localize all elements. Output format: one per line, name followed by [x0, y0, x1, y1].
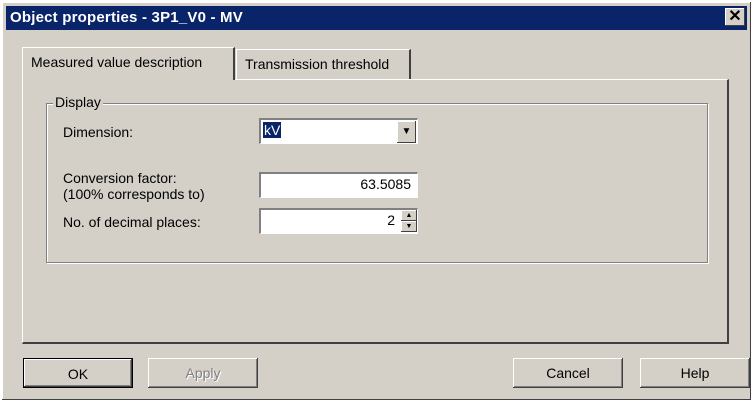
spin-buttons[interactable]: ▲ ▼ [401, 210, 417, 234]
cancel-button[interactable]: Cancel [513, 358, 623, 388]
decimal-places-value: 2 [387, 212, 395, 228]
tab-measured-value-description[interactable]: Measured value description [22, 47, 235, 80]
spin-down-icon[interactable]: ▼ [401, 221, 417, 232]
dimension-label: Dimension: [63, 124, 134, 140]
decimal-places-stepper[interactable]: 2 ▲ ▼ [259, 208, 418, 234]
window-title: Object properties - 3P1_V0 - MV [10, 9, 243, 26]
help-button[interactable]: Help [640, 358, 750, 388]
help-label: Help [680, 365, 710, 381]
close-icon: ✕ [728, 8, 742, 25]
dimension-value: kV [263, 122, 282, 138]
title-bar[interactable]: Object properties - 3P1_V0 - MV ✕ [6, 6, 747, 30]
dimension-combobox[interactable]: kV ▼ [259, 118, 418, 144]
chevron-down-icon[interactable]: ▼ [397, 121, 416, 143]
tab-transmission-threshold[interactable]: Transmission threshold [236, 49, 411, 79]
spin-up-icon[interactable]: ▲ [401, 210, 417, 221]
tab-panel: Display Dimension: kV ▼ Conversion facto… [22, 79, 729, 344]
conversion-factor-value: 63.5085 [360, 176, 411, 192]
tab-label: Transmission threshold [245, 56, 390, 72]
apply-button[interactable]: Apply [148, 358, 258, 388]
tab-label: Measured value description [31, 54, 203, 70]
ok-button[interactable]: OK [23, 358, 133, 388]
display-group-title: Display [53, 94, 103, 110]
cancel-label: Cancel [546, 365, 590, 381]
apply-label: Apply [185, 365, 221, 381]
display-group: Display Dimension: kV ▼ Conversion facto… [46, 94, 708, 263]
conversion-factor-sublabel: (100% corresponds to) [63, 186, 205, 202]
conversion-factor-label: Conversion factor: [63, 170, 177, 186]
conversion-factor-input[interactable]: 63.5085 [259, 172, 418, 198]
close-button[interactable]: ✕ [725, 8, 745, 26]
decimal-places-label: No. of decimal places: [63, 214, 201, 230]
ok-label: OK [67, 366, 89, 382]
